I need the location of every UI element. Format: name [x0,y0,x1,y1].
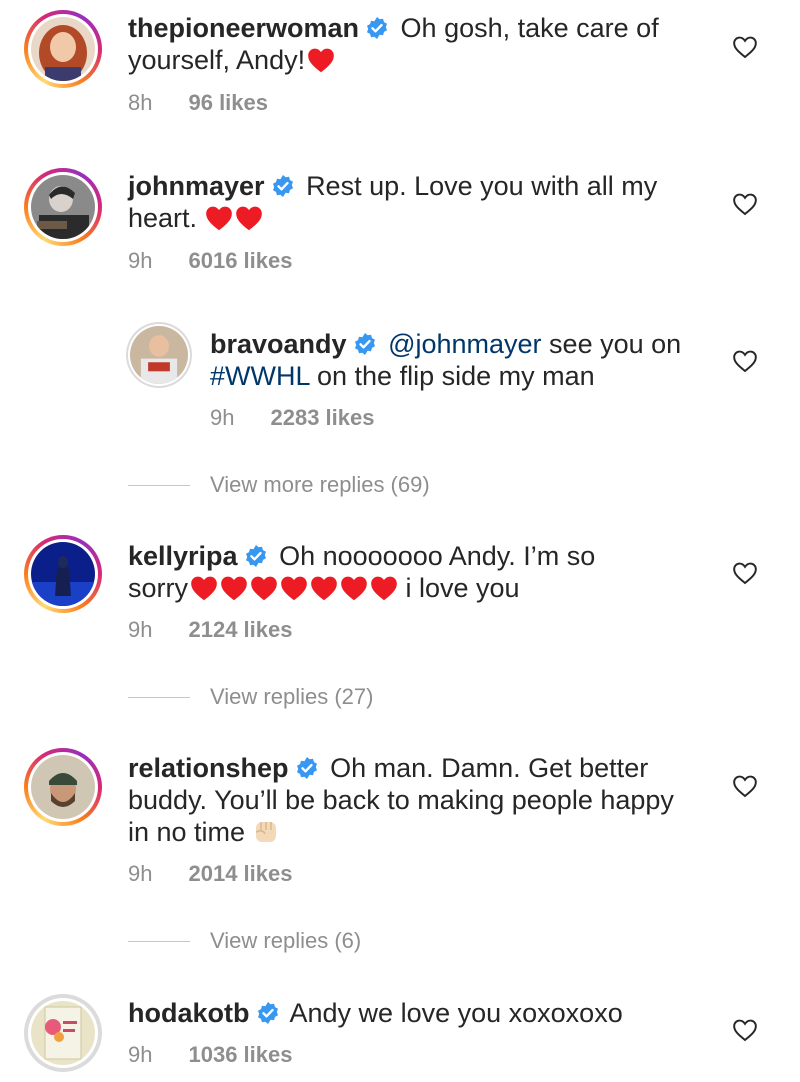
timestamp: 9h [128,1042,153,1067]
avatar-photo [31,755,95,819]
view-replies-label[interactable]: View replies (27) [210,684,373,710]
avatar-photo [31,542,95,606]
timestamp: 8h [128,90,153,115]
view-replies[interactable]: View replies (27) [128,682,373,712]
like-heart-icon[interactable] [732,34,758,60]
comment-text: in no time [128,817,246,847]
timestamp: 9h [210,405,235,430]
comment-text: Andy we love you xoxoxoxo [289,998,623,1028]
timestamp: 9h [128,861,153,886]
mention-link[interactable]: @johnmayer [388,329,541,359]
verified-badge-icon [271,174,295,198]
verified-badge-icon [295,756,319,780]
comment-text: buddy. You’ll be back to making people h… [128,785,674,815]
username[interactable]: relationshep [128,753,289,783]
like-heart-icon[interactable] [732,1017,758,1043]
timestamp: 9h [128,617,153,642]
red-heart-emoji-icon [307,47,335,73]
avatar-photo [130,326,188,384]
likes-count[interactable]: 1036 likes [188,1042,292,1067]
comment-text: on the flip side my man [309,361,595,391]
like-heart-icon[interactable] [732,560,758,586]
avatar[interactable] [24,535,102,613]
red-heart-emoji-icon [310,575,338,601]
red-heart-emoji-icon [220,575,248,601]
red-heart-emoji-icon [205,205,233,231]
divider [128,484,190,486]
avatar-photo [31,17,95,81]
view-replies[interactable]: View replies (6) [128,926,361,956]
avatar[interactable] [24,10,102,88]
username[interactable]: johnmayer [128,171,265,201]
raised-fist-emoji-icon [255,822,277,842]
divider [128,696,190,698]
like-heart-icon[interactable] [732,348,758,374]
red-heart-emoji-icon [235,205,263,231]
verified-badge-icon [244,544,268,568]
comment-text: see you on [541,329,682,359]
comment-text: heart. [128,203,198,233]
username[interactable]: kellyripa [128,541,238,571]
verified-badge-icon [353,332,377,356]
comment-text: Oh gosh, take care of [400,13,659,43]
avatar[interactable] [126,322,192,388]
likes-count[interactable]: 2014 likes [188,861,292,886]
likes-count[interactable]: 6016 likes [188,248,292,273]
view-more-replies[interactable]: View more replies (69) [128,470,430,500]
avatar-photo [31,1001,95,1065]
red-heart-emoji-icon [190,575,218,601]
divider [128,940,190,942]
view-replies-label[interactable]: View more replies (69) [210,472,430,498]
view-replies-label[interactable]: View replies (6) [210,928,361,954]
like-heart-icon[interactable] [732,773,758,799]
comment-text: Oh man. Damn. Get better [330,753,649,783]
username[interactable]: hodakotb [128,998,250,1028]
avatar-photo [31,175,95,239]
avatar[interactable] [24,748,102,826]
verified-badge-icon [365,16,389,40]
username[interactable]: bravoandy [210,329,347,359]
verified-badge-icon [256,1001,280,1025]
like-heart-icon[interactable] [732,191,758,217]
likes-count[interactable]: 96 likes [188,90,268,115]
username[interactable]: thepioneerwoman [128,13,359,43]
red-heart-emoji-icon [370,575,398,601]
hashtag-link[interactable]: #WWHL [210,361,310,391]
red-heart-emoji-icon [250,575,278,601]
comment-text: sorry [128,573,188,603]
avatar[interactable] [24,994,102,1072]
comment-text: Oh nooooooo Andy. I’m so [279,541,596,571]
comment-text: yourself, Andy! [128,45,306,75]
red-heart-emoji-icon [340,575,368,601]
likes-count[interactable]: 2283 likes [270,405,374,430]
comment-text: i love you [398,573,520,603]
avatar[interactable] [24,168,102,246]
likes-count[interactable]: 2124 likes [188,617,292,642]
comment-text: Rest up. Love you with all my [306,171,658,201]
timestamp: 9h [128,248,153,273]
red-heart-emoji-icon [280,575,308,601]
